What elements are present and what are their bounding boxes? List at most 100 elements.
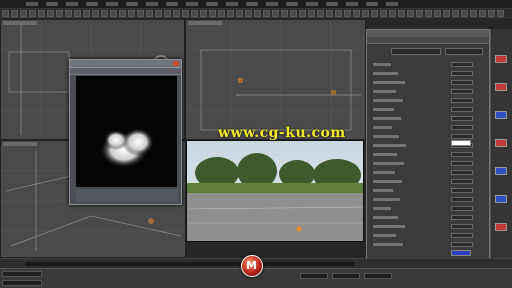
coord-y-field[interactable] [332, 273, 360, 279]
color-chip[interactable] [495, 111, 507, 119]
toolbar-button[interactable] [326, 10, 333, 17]
color-chip[interactable] [495, 195, 507, 203]
toolbar-button[interactable] [299, 10, 306, 17]
toolbar-button[interactable] [272, 10, 279, 17]
toolbar-button[interactable] [344, 10, 351, 17]
material-param-field[interactable] [451, 125, 473, 130]
render-preview-window[interactable] [69, 59, 182, 205]
menu-item[interactable] [186, 2, 198, 6]
menu-item[interactable] [286, 2, 298, 6]
menu-item[interactable] [106, 2, 118, 6]
toolbar-button[interactable] [281, 10, 288, 17]
menu-item[interactable] [146, 2, 158, 6]
toolbar-button[interactable] [362, 10, 369, 17]
material-param-field[interactable] [451, 215, 473, 220]
material-param-field[interactable] [451, 71, 473, 76]
menu-item[interactable] [346, 2, 358, 6]
color-chip[interactable] [495, 83, 507, 91]
material-param-field[interactable] [451, 188, 473, 193]
toolbar-button[interactable] [11, 10, 18, 17]
toolbar-button[interactable] [434, 10, 441, 17]
material-param-field[interactable] [451, 161, 473, 166]
color-chip[interactable] [495, 223, 507, 231]
render-viewport[interactable] [186, 140, 364, 242]
material-param-field[interactable] [451, 62, 473, 67]
menu-item[interactable] [66, 2, 78, 6]
material-param-field[interactable] [451, 89, 473, 94]
toolbar-button[interactable] [380, 10, 387, 17]
toolbar-button[interactable] [461, 10, 468, 17]
toolbar-button[interactable] [200, 10, 207, 17]
menu-item[interactable] [126, 2, 138, 6]
toolbar-button[interactable] [425, 10, 432, 17]
toolbar-button[interactable] [146, 10, 153, 17]
status-left-field[interactable] [2, 271, 42, 277]
toolbar-button[interactable] [236, 10, 243, 17]
color-chip[interactable] [495, 167, 507, 175]
menu-item[interactable] [226, 2, 238, 6]
color-chip[interactable] [495, 55, 507, 63]
material-editor-panel[interactable] [366, 29, 490, 259]
toolbar-button[interactable] [137, 10, 144, 17]
toolbar-button[interactable] [245, 10, 252, 17]
menu-item[interactable] [86, 2, 98, 6]
toolbar-button[interactable] [227, 10, 234, 17]
toolbar-button[interactable] [92, 10, 99, 17]
menu-item[interactable] [386, 2, 398, 6]
material-param-field[interactable] [451, 179, 473, 184]
toolbar-button[interactable] [209, 10, 216, 17]
material-param-field[interactable] [451, 170, 473, 175]
viewport-label[interactable] [3, 21, 37, 25]
toolbar-button[interactable] [290, 10, 297, 17]
toolbar-button[interactable] [128, 10, 135, 17]
viewport-label[interactable] [188, 21, 222, 25]
timeline-track[interactable] [25, 262, 355, 266]
color-chip[interactable] [495, 139, 507, 147]
toolbar-button[interactable] [308, 10, 315, 17]
menu-item[interactable] [46, 2, 58, 6]
toolbar-button[interactable] [56, 10, 63, 17]
material-param-field[interactable] [451, 233, 473, 238]
toolbar-button[interactable] [416, 10, 423, 17]
toolbar-button[interactable] [488, 10, 495, 17]
material-name-field[interactable] [391, 48, 441, 55]
toolbar-button[interactable] [20, 10, 27, 17]
toolbar-button[interactable] [407, 10, 414, 17]
menu-item[interactable] [26, 2, 38, 6]
coord-x-field[interactable] [300, 273, 328, 279]
toolbar-button[interactable] [173, 10, 180, 17]
material-param-field[interactable] [451, 242, 473, 247]
toolbar-button[interactable] [119, 10, 126, 17]
material-type-button[interactable] [445, 48, 483, 55]
material-param-field[interactable] [451, 224, 473, 229]
toolbar-button[interactable] [443, 10, 450, 17]
viewport-top-right[interactable] [185, 19, 366, 140]
close-icon[interactable] [173, 61, 179, 66]
toolbar-button[interactable] [74, 10, 81, 17]
toolbar-button[interactable] [452, 10, 459, 17]
toolbar-button[interactable] [335, 10, 342, 17]
toolbar-button[interactable] [29, 10, 36, 17]
menu-item[interactable] [166, 2, 178, 6]
menu-item[interactable] [246, 2, 258, 6]
menu-item[interactable] [326, 2, 338, 6]
material-param-field[interactable] [451, 152, 473, 157]
toolbar-button[interactable] [38, 10, 45, 17]
toolbar-button[interactable] [254, 10, 261, 17]
toolbar-button[interactable] [83, 10, 90, 17]
material-param-field[interactable] [451, 107, 473, 112]
toolbar-button[interactable] [497, 10, 504, 17]
toolbar-button[interactable] [479, 10, 486, 17]
material-param-field[interactable] [451, 98, 473, 103]
toolbar-button[interactable] [47, 10, 54, 17]
toolbar-button[interactable] [101, 10, 108, 17]
toolbar-button[interactable] [164, 10, 171, 17]
toolbar-button[interactable] [65, 10, 72, 17]
toolbar-button[interactable] [353, 10, 360, 17]
toolbar-button[interactable] [155, 10, 162, 17]
toolbar-button[interactable] [263, 10, 270, 17]
menu-item[interactable] [206, 2, 218, 6]
menu-item[interactable] [366, 2, 378, 6]
toolbar-button[interactable] [398, 10, 405, 17]
viewport-label[interactable] [3, 142, 37, 146]
